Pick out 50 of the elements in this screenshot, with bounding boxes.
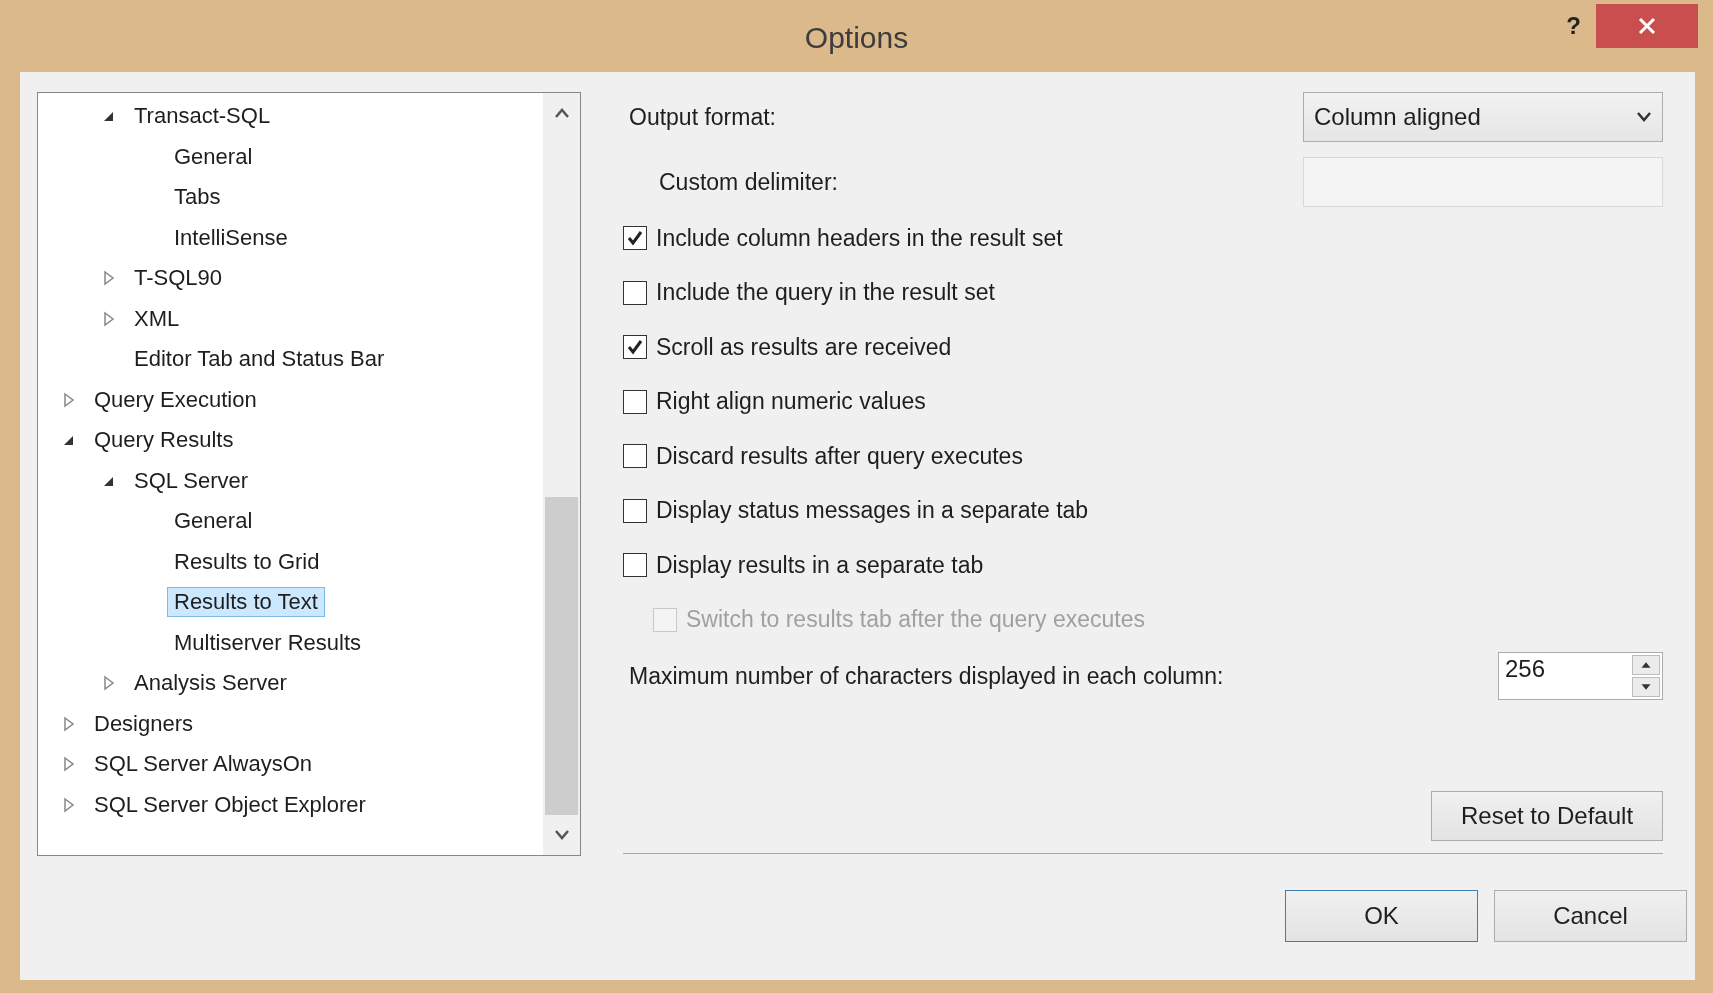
ok-button[interactable]: OK [1285,890,1478,942]
scroll-up-icon[interactable] [553,108,570,118]
checkbox-label[interactable]: Right align numeric values [656,388,926,416]
tree-item[interactable]: Analysis Server [127,668,294,699]
cancel-button[interactable]: Cancel [1494,890,1687,942]
tree-item[interactable]: SQL Server Object Explorer [87,789,373,820]
checkbox-label[interactable]: Include column headers in the result set [656,224,1063,252]
checkbox-label[interactable]: Display status messages in a separate tab [656,497,1089,525]
tree-item[interactable]: Multiserver Results [167,627,369,658]
tree-item[interactable]: XML [127,303,187,334]
tree-item[interactable]: SQL Server AlwaysOn [87,749,320,780]
max-characters-spinner[interactable]: 256 [1498,652,1663,700]
tree-item[interactable]: Query Execution [87,384,264,415]
checkbox-label[interactable]: Display results in a separate tab [656,551,984,579]
spin-up-icon[interactable] [1632,655,1660,675]
reset-to-default-button[interactable]: Reset to Default [1431,791,1663,841]
checkbox[interactable] [623,498,647,523]
tree-item[interactable]: Query Results [87,425,241,456]
max-characters-label: Maximum number of characters displayed in each column: [629,662,1224,690]
window-title: Options [804,20,909,55]
tree-item[interactable]: Designers [87,708,201,739]
output-format-label: Output format: [629,103,776,131]
tree-item[interactable]: General [167,141,260,172]
output-format-dropdown[interactable]: Column aligned [1303,92,1663,142]
scrollbar-thumb[interactable] [545,497,578,815]
help-button[interactable]: ? [1566,12,1581,40]
tree-item[interactable]: Tabs [167,182,228,213]
checkbox-label[interactable]: Include the query in the result set [656,279,995,307]
checkbox[interactable] [623,444,647,469]
close-icon [1638,17,1656,35]
checkbox[interactable] [623,335,647,360]
tree-item[interactable]: Transact-SQL [127,101,278,132]
tree-item[interactable]: Results to Text [167,587,325,618]
chevron-down-icon [1636,112,1652,122]
tree-item[interactable]: Editor Tab and Status Bar [127,344,392,375]
tree-item[interactable]: IntelliSense [167,222,295,253]
checkbox-label[interactable]: Scroll as results are received [656,333,952,361]
checkbox-label[interactable]: Discard results after query executes [656,442,1023,470]
checkbox[interactable] [623,280,647,305]
tree-item[interactable]: T-SQL90 [127,263,230,294]
checkbox[interactable] [623,226,647,251]
checkbox[interactable] [623,553,647,578]
custom-delimiter-label: Custom delimiter: [659,168,838,196]
tree-item[interactable]: General [167,506,260,537]
tree-item[interactable]: Results to Grid [167,546,327,577]
scroll-down-icon[interactable] [553,830,570,840]
scrollbar[interactable] [543,93,580,855]
tree-item[interactable]: SQL Server [127,465,256,496]
checkbox[interactable] [623,389,647,414]
spin-down-icon[interactable] [1632,677,1660,697]
